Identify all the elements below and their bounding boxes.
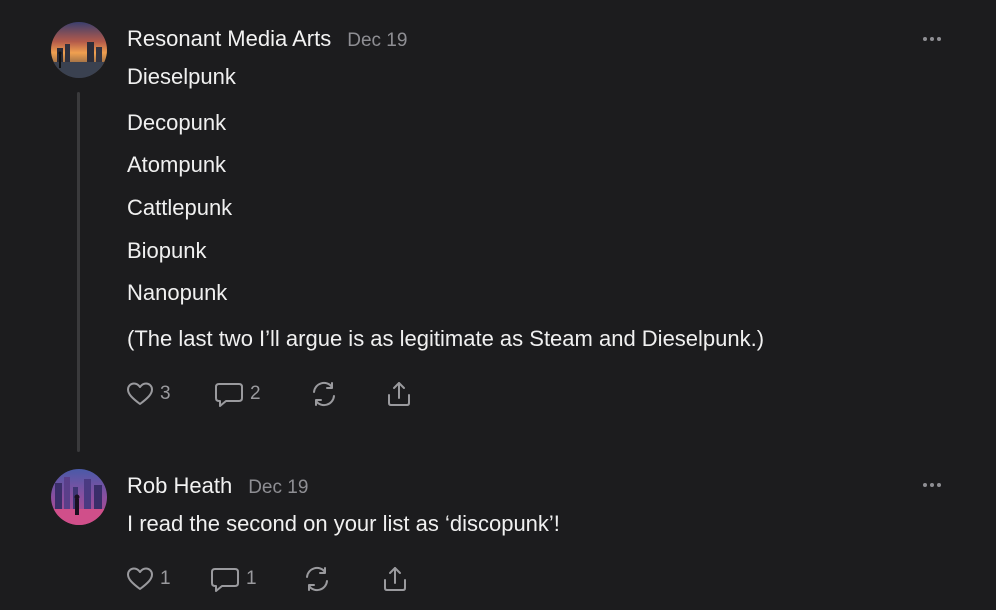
restack-button[interactable] bbox=[310, 379, 338, 409]
comment-text-line: Atompunk bbox=[127, 152, 227, 177]
like-count: 1 bbox=[160, 568, 171, 589]
like-button[interactable]: 1 bbox=[126, 564, 171, 594]
more-options-button[interactable] bbox=[918, 477, 946, 493]
avatar-image bbox=[51, 22, 107, 78]
author-name[interactable]: Rob Heath bbox=[127, 473, 232, 499]
more-icon bbox=[923, 483, 927, 487]
reply-count: 1 bbox=[246, 568, 257, 589]
comment-text-line: Decopunk bbox=[127, 110, 227, 135]
like-count: 3 bbox=[160, 383, 171, 404]
comment-icon bbox=[215, 383, 243, 407]
comment-header: Rob Heath Dec 19 bbox=[127, 473, 308, 499]
avatar[interactable] bbox=[51, 22, 107, 78]
more-icon bbox=[923, 37, 927, 41]
comment-text-line: Dieselpunk bbox=[127, 64, 236, 89]
comment-thread: Resonant Media Arts Dec 19 Dieselpunk De… bbox=[0, 0, 996, 610]
comment-text-line: (The last two I’ll argue is as legitimat… bbox=[127, 326, 765, 351]
reply-button[interactable]: 1 bbox=[210, 564, 257, 594]
reply-count: 2 bbox=[250, 383, 261, 404]
avatar[interactable] bbox=[51, 469, 107, 525]
comment-text-line: I read the second on your list as ‘disco… bbox=[127, 511, 560, 536]
comment-header: Resonant Media Arts Dec 19 bbox=[127, 26, 407, 52]
author-name[interactable]: Resonant Media Arts bbox=[127, 26, 331, 52]
restack-button[interactable] bbox=[303, 564, 331, 594]
comment-date[interactable]: Dec 19 bbox=[248, 477, 308, 499]
avatar-image bbox=[51, 469, 107, 525]
share-button[interactable] bbox=[385, 379, 413, 409]
restack-icon bbox=[306, 566, 328, 592]
heart-icon bbox=[127, 382, 153, 405]
share-button[interactable] bbox=[381, 564, 409, 594]
reply-button[interactable]: 2 bbox=[214, 379, 261, 409]
heart-icon bbox=[127, 567, 153, 590]
comment-text-line: Biopunk bbox=[127, 238, 207, 263]
share-icon bbox=[388, 382, 410, 406]
restack-icon bbox=[313, 381, 335, 407]
thread-connector-line bbox=[77, 92, 80, 452]
share-icon bbox=[384, 567, 406, 591]
comment-text-line: Cattlepunk bbox=[127, 195, 233, 220]
like-button[interactable]: 3 bbox=[126, 379, 171, 409]
comment-text-line: Nanopunk bbox=[127, 280, 228, 305]
comment-icon bbox=[211, 568, 239, 592]
more-options-button[interactable] bbox=[918, 31, 946, 47]
comment-date[interactable]: Dec 19 bbox=[347, 30, 407, 52]
